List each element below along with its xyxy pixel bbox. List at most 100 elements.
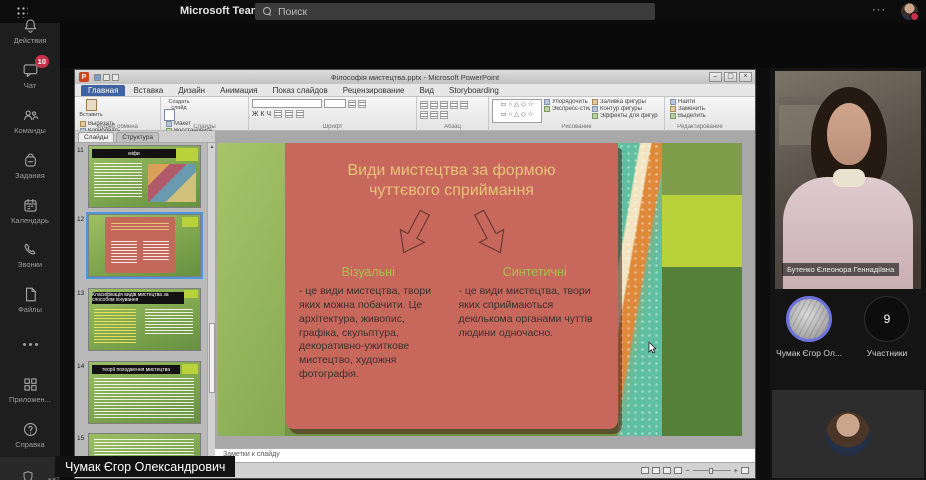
meeting-video-panel: Бутенко Єлеонора Геннадіївна Чумак Єгор … (770, 68, 926, 480)
tab-slides-panel[interactable]: Слайды (78, 132, 114, 142)
font-group: Ж К Ч Шрифт (249, 97, 417, 131)
slide-thumbnail-13[interactable]: Класифікація видів мистецтва за способом… (88, 288, 201, 351)
reading-view-button[interactable] (663, 467, 671, 474)
new-slide-icon (164, 109, 175, 121)
apps-icon (21, 375, 40, 394)
chat-badge: 10 (35, 55, 49, 68)
slideshow-view-button[interactable] (674, 467, 682, 474)
app-rail: Действия 10 Чат Команды Задания Календар… (0, 0, 60, 457)
grow-font-button[interactable] (348, 100, 356, 108)
user-avatar[interactable] (901, 3, 918, 20)
tab-home[interactable]: Главная (81, 85, 125, 96)
normal-view-button[interactable] (641, 467, 649, 474)
calendar-icon (21, 196, 40, 215)
secondary-video-tile[interactable] (772, 390, 924, 478)
sidebar-item-calendar[interactable]: Календарь (0, 188, 60, 233)
tab-outline-panel[interactable]: Структура (116, 132, 159, 142)
left-panel-tabs: Слайды Структура (75, 131, 215, 143)
align-left-button[interactable] (450, 101, 458, 109)
participants-count-circle[interactable]: 9 (864, 296, 910, 342)
font-color-button[interactable] (296, 110, 304, 118)
font-size-combobox[interactable] (324, 99, 346, 108)
arrow-down-right-icon (463, 202, 517, 264)
paragraph-group: Абзац (417, 97, 489, 131)
sidebar-item-teams[interactable]: Команды (0, 98, 60, 143)
arrange-button[interactable]: Упорядочить (544, 99, 590, 105)
tab-design[interactable]: Дизайн (171, 85, 212, 96)
shapes-gallery[interactable]: ▭ ○ △ ◇ ☆▭ ○ △ ◇ ☆ (492, 99, 542, 123)
paste-icon (86, 99, 97, 111)
tab-insert[interactable]: Вставка (126, 85, 170, 96)
slide-decorative-band (618, 143, 662, 436)
mouse-cursor (648, 341, 657, 354)
find-button[interactable]: Найти (670, 99, 732, 105)
sidebar-item-calls[interactable]: Звонки (0, 233, 60, 278)
participants-summary[interactable]: 9 Участники (851, 296, 923, 358)
tab-animation[interactable]: Анимация (213, 85, 265, 96)
paste-button[interactable]: Вставить (78, 99, 104, 121)
zoom-out-button[interactable]: − (685, 466, 689, 475)
bold-italic-underline-buttons[interactable]: Ж К Ч (252, 111, 271, 118)
slide-thumbnail-panel: 11 міфи 12 13 Класифікація ви (75, 143, 215, 466)
align-center-button[interactable] (460, 101, 468, 109)
slide-thumbnail-12-selected[interactable] (88, 214, 201, 277)
shape-fill-button[interactable]: Заливка фигуры (592, 99, 658, 105)
drawing-group: ▭ ○ △ ◇ ☆▭ ○ △ ◇ ☆ Упорядочить Экспресс-… (489, 97, 665, 131)
files-icon (21, 285, 40, 304)
notes-pane[interactable]: Заметки к слайду (215, 448, 755, 462)
columns-button[interactable] (440, 111, 448, 119)
sidebar-item-chat[interactable]: 10 Чат (0, 53, 60, 98)
speaker-video-tile[interactable]: Бутенко Єлеонора Геннадіївна (775, 71, 921, 289)
sidebar-item-help[interactable]: Справка (0, 412, 60, 457)
font-name-combobox[interactable] (252, 99, 322, 108)
security-shield-icon (20, 469, 36, 480)
new-slide-button[interactable]: Создать слайд (164, 99, 194, 121)
char-spacing-button[interactable] (285, 110, 293, 118)
slide-thumbnail-14[interactable]: теорії походження мистецтва (88, 361, 201, 424)
bell-icon (21, 16, 40, 35)
numbering-button[interactable] (430, 101, 438, 109)
teams-app-window: Microsoft Teams Поиск ··· Действия 10 Ча… (0, 0, 926, 480)
scroll-up-icon[interactable]: ▲ (208, 143, 215, 152)
zoom-in-button[interactable]: + (734, 466, 738, 475)
sidebar-item-more[interactable] (0, 322, 60, 367)
fit-to-window-button[interactable] (741, 467, 749, 474)
ppt-title-bar[interactable]: P Філософія мистецтва.pptx - Microsoft P… (75, 70, 755, 84)
bullets-button[interactable] (420, 101, 428, 109)
speaker-name-label: Бутенко Єлеонора Геннадіївна (782, 263, 899, 276)
current-slide[interactable]: Види мистецтва за формою чуттєвого сприй… (218, 143, 742, 436)
select-button[interactable]: Выделить (670, 113, 732, 119)
align-right-button[interactable] (420, 111, 428, 119)
slide-left-margin (218, 143, 285, 436)
tab-view[interactable]: Вид (413, 85, 441, 96)
sidebar-item-apps[interactable]: Приложен... (0, 367, 60, 412)
titlebar-more-button[interactable]: ··· (872, 4, 886, 16)
sidebar-item-assignments[interactable]: Задания (0, 143, 60, 188)
shape-effects-button[interactable]: Эффекты для фигур (592, 113, 658, 119)
tab-review[interactable]: Рецензирование (336, 85, 412, 96)
indent-button[interactable] (440, 101, 448, 109)
slide-arrows (285, 205, 618, 263)
tab-storyboarding[interactable]: Storyboarding (442, 85, 506, 96)
text-shadow-button[interactable] (274, 110, 282, 118)
thumbnail-scrollbar[interactable]: ▲ ▼ (207, 143, 215, 466)
justify-button[interactable] (430, 111, 438, 119)
shrink-font-button[interactable] (358, 100, 366, 108)
pinned-participant[interactable]: Чумак Єгор Ол... (773, 296, 845, 358)
replace-button[interactable]: Заменить (670, 106, 732, 112)
help-icon (21, 420, 40, 439)
sidebar-item-activity[interactable]: Действия (0, 8, 60, 53)
sidebar-item-files[interactable]: Файлы (0, 277, 60, 322)
quick-styles-button[interactable]: Экспресс-стили (544, 106, 590, 112)
participant-avatar[interactable] (786, 296, 832, 342)
search-input[interactable]: Поиск (255, 3, 655, 20)
synthetic-arts-heading: Синтетичні (452, 265, 619, 279)
tab-slideshow[interactable]: Показ слайдов (266, 85, 335, 96)
zoom-slider[interactable] (693, 470, 731, 471)
visual-arts-text: - це види мистецтва, твори яких можна по… (299, 285, 445, 382)
shape-outline-button[interactable]: Контур фигуры (592, 106, 658, 112)
slide-canvas: Види мистецтва за формою чуттєвого сприй… (215, 131, 755, 448)
slide-thumbnail-11[interactable]: міфи (88, 145, 201, 208)
ribbon-tab-strip: Главная Вставка Дизайн Анимация Показ сл… (75, 84, 755, 97)
slide-sorter-view-button[interactable] (652, 467, 660, 474)
